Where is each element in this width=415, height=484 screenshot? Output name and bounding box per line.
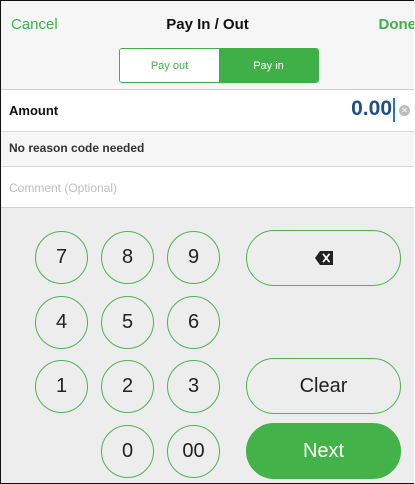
backspace-button[interactable]	[246, 230, 401, 286]
clear-amount-icon[interactable]: ✕	[399, 105, 410, 116]
key-3[interactable]: 3	[167, 360, 220, 413]
next-button[interactable]: Next	[246, 423, 401, 479]
key-7[interactable]: 7	[35, 231, 88, 284]
segment-pay-in[interactable]: Pay in	[219, 49, 318, 82]
done-button[interactable]: Done	[379, 16, 415, 33]
page-title: Pay In / Out	[166, 16, 249, 33]
key-2[interactable]: 2	[101, 360, 154, 413]
key-6[interactable]: 6	[167, 296, 220, 349]
key-1[interactable]: 1	[35, 360, 88, 413]
comment-input[interactable]	[7, 175, 406, 201]
segment-pay-out[interactable]: Pay out	[120, 49, 219, 82]
numeric-keypad: 7 8 9 4 5 6 1 2 3 Clear 0 00 Next	[1, 208, 414, 483]
key-0[interactable]: 0	[101, 425, 154, 478]
key-4[interactable]: 4	[35, 296, 88, 349]
pay-in-out-screen: Cancel Pay In / Out Done Pay out Pay in …	[0, 0, 414, 484]
key-5[interactable]: 5	[101, 296, 154, 349]
reason-text: No reason code needed	[9, 141, 145, 155]
backspace-icon	[314, 251, 333, 265]
key-9[interactable]: 9	[167, 231, 220, 284]
clear-button[interactable]: Clear	[246, 358, 401, 414]
header-bar: Cancel Pay In / Out Done Pay out Pay in	[1, 1, 414, 90]
comment-row[interactable]	[1, 167, 414, 208]
pay-type-segmented-control: Pay out Pay in	[119, 48, 319, 83]
amount-row[interactable]: Amount 0.00 ✕	[1, 90, 414, 132]
key-00[interactable]: 00	[167, 425, 220, 478]
amount-value[interactable]: 0.00	[351, 97, 392, 121]
reason-row: No reason code needed	[1, 132, 414, 167]
amount-label: Amount	[9, 103, 59, 118]
text-cursor	[393, 98, 395, 122]
key-8[interactable]: 8	[101, 231, 154, 284]
